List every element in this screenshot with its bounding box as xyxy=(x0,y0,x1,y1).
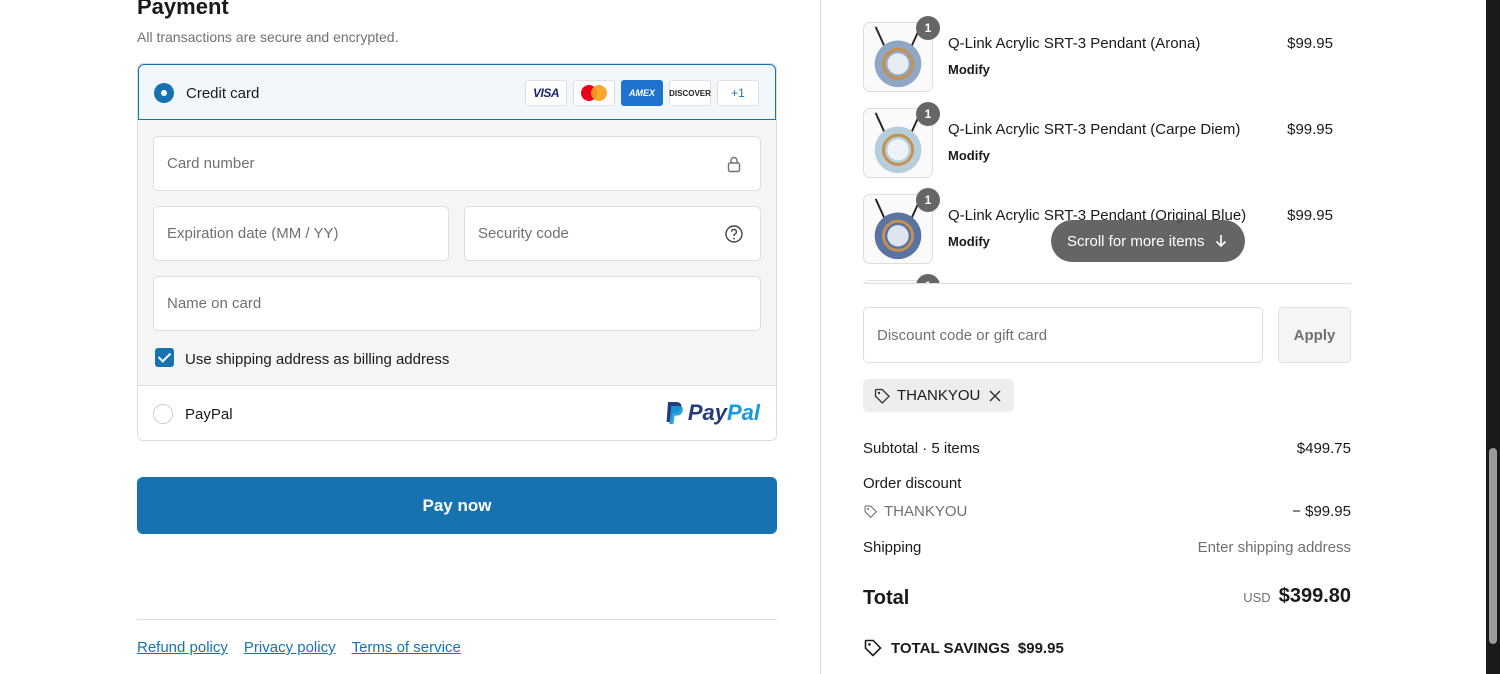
cart-item: 1 xyxy=(863,272,1337,283)
page-scrollbar-thumb[interactable] xyxy=(1489,448,1497,644)
quantity-badge: 1 xyxy=(916,16,940,40)
applied-discount-code: THANKYOU xyxy=(897,387,981,404)
discount-value: − $99.95 xyxy=(1292,503,1351,520)
footer-divider xyxy=(137,619,777,620)
total-value: $399.80 xyxy=(1278,585,1351,607)
mastercard-icon xyxy=(573,80,615,106)
total-row: Total USD $399.80 xyxy=(863,585,1351,610)
quantity-badge: 1 xyxy=(916,102,940,126)
item-name: Q-Link Acrylic SRT-3 Pendant (Arona) xyxy=(948,35,1201,52)
paypal-logo-text-pal: Pal xyxy=(726,400,760,425)
lock-icon xyxy=(727,156,741,173)
name-on-card-input[interactable] xyxy=(154,277,760,330)
card-number-field[interactable] xyxy=(153,136,761,191)
page-scrollbar[interactable] xyxy=(1486,0,1500,674)
currency-code: USD xyxy=(1243,590,1271,605)
paypal-icon xyxy=(666,402,683,424)
subtotal-label: Subtotal · 5 items xyxy=(863,440,980,457)
cart-item: 1 Q-Link Acrylic SRT-3 Pendant (Carpe Di… xyxy=(863,100,1337,180)
total-savings: TOTAL SAVINGS $99.95 xyxy=(863,638,1064,658)
card-brands: VISA AMEX DISCOVER +1 xyxy=(525,80,759,106)
checkout-main: Payment All transactions are secure and … xyxy=(0,0,820,674)
subtotal-value: $499.75 xyxy=(1296,440,1351,457)
modify-link[interactable]: Modify xyxy=(948,148,990,163)
footer-links: Refund policy Privacy policy Terms of se… xyxy=(137,639,461,656)
paypal-radio[interactable] xyxy=(153,404,173,424)
item-price: $99.95 xyxy=(1287,121,1333,138)
discount-code-text: THANKYOU xyxy=(884,503,968,520)
modify-link[interactable]: Modify xyxy=(948,62,990,77)
order-summary: 1 Q-Link Acrylic SRT-3 Pendant (Arona) M… xyxy=(820,0,1486,674)
order-discount-label: Order discount xyxy=(863,475,962,492)
amex-icon: AMEX xyxy=(621,80,663,106)
discount-code-row: THANKYOU − $99.95 xyxy=(863,503,1351,523)
quantity-badge: 1 xyxy=(916,274,940,283)
tag-icon xyxy=(874,388,890,404)
security-code-field[interactable] xyxy=(464,206,761,261)
credit-card-option[interactable]: Credit card VISA AMEX DISCOVER +1 xyxy=(138,64,776,120)
modify-link[interactable]: Modify xyxy=(948,234,990,249)
subtotal-row: Subtotal · 5 items $499.75 xyxy=(863,440,1351,457)
discount-code-input[interactable] xyxy=(864,308,1262,362)
savings-tag-icon xyxy=(864,639,882,657)
credit-card-form: Use shipping address as billing address xyxy=(138,120,776,386)
paypal-logo: Pay Pal xyxy=(664,400,760,426)
shipping-label: Shipping xyxy=(863,539,922,556)
payment-methods: Credit card VISA AMEX DISCOVER +1 Card n… xyxy=(137,63,777,441)
item-name: Q-Link Acrylic SRT-3 Pendant (Carpe Diem… xyxy=(948,121,1241,138)
discount-code-line: THANKYOU xyxy=(863,503,967,520)
payment-subtitle: All transactions are secure and encrypte… xyxy=(137,29,399,45)
shipping-value: Enter shipping address xyxy=(1197,539,1351,556)
item-price: $99.95 xyxy=(1287,35,1333,52)
total-amount: USD $399.80 xyxy=(1243,585,1351,608)
scroll-for-more-button[interactable]: Scroll for more items xyxy=(1051,220,1245,262)
order-discount-row: Order discount xyxy=(863,475,1351,492)
paypal-option[interactable]: PayPal Pay Pal xyxy=(138,386,776,440)
total-label: Total xyxy=(863,587,910,609)
scroll-hint-label: Scroll for more items xyxy=(1067,232,1205,250)
arrow-down-icon xyxy=(1215,235,1226,248)
credit-card-label: Credit card xyxy=(186,85,260,102)
billing-address-checkbox[interactable] xyxy=(155,348,174,367)
expiration-field[interactable] xyxy=(153,206,449,261)
pay-now-button[interactable]: Pay now xyxy=(137,477,777,534)
payment-heading: Payment xyxy=(137,0,229,19)
card-number-input[interactable] xyxy=(154,137,760,190)
applied-discount-chip: THANKYOU xyxy=(863,379,1015,412)
item-price: $99.95 xyxy=(1287,207,1333,224)
tag-icon xyxy=(864,505,878,519)
more-cards-badge[interactable]: +1 xyxy=(717,80,759,106)
apply-discount-button[interactable]: Apply xyxy=(1278,307,1351,363)
billing-address-label: Use shipping address as billing address xyxy=(185,351,450,368)
security-code-input[interactable] xyxy=(465,207,760,260)
terms-of-service-link[interactable]: Terms of service xyxy=(352,639,461,656)
shipping-row: Shipping Enter shipping address xyxy=(863,539,1351,556)
expiration-input[interactable] xyxy=(154,207,448,260)
name-on-card-field[interactable] xyxy=(153,276,761,331)
paypal-logo-text-pay: Pay xyxy=(687,400,727,425)
quantity-badge: 1 xyxy=(916,188,940,212)
cart-item: 1 Q-Link Acrylic SRT-3 Pendant (Arona) M… xyxy=(863,14,1337,94)
credit-card-radio[interactable] xyxy=(154,83,174,103)
savings-label: TOTAL SAVINGS xyxy=(891,639,1010,657)
help-icon[interactable] xyxy=(724,224,744,244)
cart-items-list[interactable]: 1 Q-Link Acrylic SRT-3 Pendant (Arona) M… xyxy=(863,0,1351,284)
remove-discount-icon[interactable] xyxy=(986,387,1004,405)
refund-policy-link[interactable]: Refund policy xyxy=(137,639,228,656)
paypal-label: PayPal xyxy=(185,406,233,423)
savings-value: $99.95 xyxy=(1017,639,1064,657)
discover-icon: DISCOVER xyxy=(669,80,711,106)
privacy-policy-link[interactable]: Privacy policy xyxy=(244,639,336,656)
discount-code-field[interactable] xyxy=(863,307,1263,363)
visa-icon: VISA xyxy=(525,80,567,106)
